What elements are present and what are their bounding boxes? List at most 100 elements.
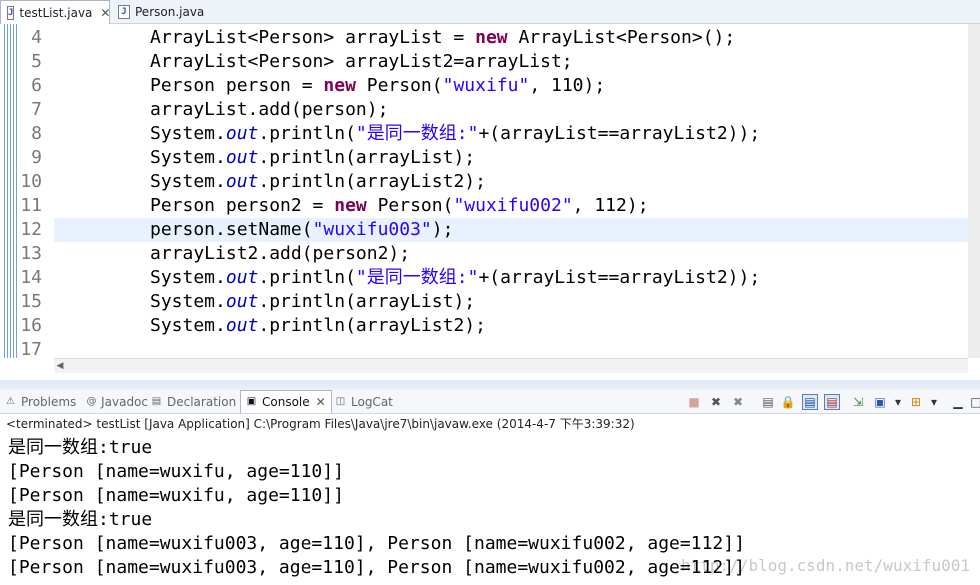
console-line: [Person [name=wuxifu003, age=110], Perso…: [8, 557, 745, 578]
line-number: 8: [31, 123, 42, 144]
scroll-lock-icon[interactable]: 🔒: [780, 394, 796, 410]
open-console-dropdown-icon[interactable]: ▾: [926, 394, 942, 410]
code-line[interactable]: 17: [0, 338, 968, 362]
code-token: .println(: [258, 123, 356, 144]
keyword: new: [323, 75, 356, 96]
code-line[interactable]: 4 ArrayList<Person> arrayList = new Array…: [0, 26, 968, 50]
tab-javadoc[interactable]: @ Javadoc: [86, 390, 148, 413]
console-status: <terminated> testList [Java Application]…: [6, 417, 635, 431]
logcat-icon: ◫: [335, 395, 346, 407]
line-number: 7: [31, 99, 42, 120]
pin-console-icon[interactable]: ⇲: [850, 394, 866, 410]
code-token: +(arrayList==arrayList2));: [478, 267, 761, 288]
code-text: System.out.println(arrayList);: [150, 146, 475, 170]
code-text: arrayList2.add(person2);: [150, 242, 410, 266]
code-token: Person person2 =: [150, 195, 335, 216]
clear-console-icon[interactable]: ▤: [760, 394, 776, 410]
tab-problems[interactable]: ⚠ Problems: [4, 390, 84, 413]
code-editor[interactable]: ◀ 4 ArrayList<Person> arrayList = new Arr…: [0, 24, 980, 380]
tab-label: LogCat: [351, 394, 393, 409]
panel-splitter[interactable]: [0, 380, 980, 390]
close-tab-icon[interactable]: ✕: [316, 395, 326, 409]
static-field: out: [225, 171, 259, 192]
code-token: , 110);: [529, 75, 606, 96]
console-line: [Person [name=wuxifu003, age=110], Perso…: [8, 533, 745, 554]
static-field: out: [225, 147, 259, 168]
code-token: ArrayList<Person> arrayList =: [150, 27, 476, 48]
line-number: 5: [31, 51, 42, 72]
code-text: System.out.println(arrayList2);: [150, 170, 486, 194]
code-token: System.: [150, 315, 226, 336]
code-text: ArrayList<Person> arrayList = new ArrayL…: [150, 26, 735, 50]
code-line[interactable]: 8 System.out.println("是同一数组:"+(arrayList=…: [0, 122, 968, 146]
code-text: System.out.println("是同一数组:"+(arrayList==…: [150, 122, 760, 146]
show-stdout-icon[interactable]: ▤: [802, 394, 818, 410]
code-token: ArrayList<Person> arrayList2=arrayList;: [150, 51, 573, 72]
problems-icon: ⚠: [6, 395, 15, 407]
close-tab-icon[interactable]: ✕: [100, 6, 110, 20]
console-line: [Person [name=wuxifu, age=110]]: [8, 485, 344, 506]
tab-label: Person.java: [135, 5, 205, 19]
line-number: 4: [31, 27, 42, 48]
string-literal: "wuxifu": [442, 75, 530, 96]
code-token: System.: [150, 171, 226, 192]
line-number: 10: [20, 171, 42, 192]
string-literal: "wuxifu003": [312, 219, 432, 240]
line-number: 17: [20, 339, 42, 360]
code-text: System.out.println("是同一数组:"+(arrayList==…: [150, 266, 760, 290]
code-token: System.: [150, 123, 226, 144]
javadoc-icon: @: [86, 395, 97, 407]
line-number: 9: [31, 147, 42, 168]
code-line[interactable]: 13 arrayList2.add(person2);: [0, 242, 968, 266]
declaration-icon: ▤: [151, 395, 162, 407]
code-token: System.: [150, 267, 226, 288]
code-text: System.out.println(arrayList);: [150, 290, 475, 314]
code-line[interactable]: 9 System.out.println(arrayList);: [0, 146, 968, 170]
vertical-scrollbar[interactable]: [968, 24, 980, 358]
editor-tab-bar: J testList.java ✕ J Person.java: [0, 0, 980, 24]
java-file-icon: J: [118, 5, 130, 19]
string-literal: "是同一数组:": [355, 267, 479, 288]
code-line[interactable]: 12 person.setName("wuxifu003");: [0, 218, 968, 242]
code-line[interactable]: 5 ArrayList<Person> arrayList2=arrayList;: [0, 50, 968, 74]
code-line[interactable]: 15 System.out.println(arrayList);: [0, 290, 968, 314]
remove-launch-icon[interactable]: ✖: [708, 394, 724, 410]
static-field: out: [225, 291, 259, 312]
code-token: +(arrayList==arrayList2));: [478, 123, 761, 144]
tab-declaration[interactable]: ▤ Declaration: [150, 390, 238, 413]
tab-person-java[interactable]: J Person.java: [112, 0, 222, 24]
code-token: Person(: [366, 195, 454, 216]
tab-label: testList.java: [19, 5, 93, 20]
console-icon: ▣: [246, 396, 257, 407]
code-token: System.: [150, 147, 226, 168]
code-text: Person person2 = new Person("wuxifu002",…: [150, 194, 649, 218]
maximize-icon[interactable]: □: [968, 394, 980, 410]
static-field: out: [225, 267, 259, 288]
code-line[interactable]: 14 System.out.println("是同一数组:"+(arrayList…: [0, 266, 968, 290]
open-console-icon[interactable]: ⊞: [908, 394, 924, 410]
code-line[interactable]: 11 Person person2 = new Person("wuxifu002…: [0, 194, 968, 218]
code-text: ArrayList<Person> arrayList2=arrayList;: [150, 50, 573, 74]
tab-label: Problems: [21, 394, 77, 409]
line-number: 16: [20, 315, 42, 336]
code-line[interactable]: 10 System.out.println(arrayList2);: [0, 170, 968, 194]
code-line[interactable]: 7 arrayList.add(person);: [0, 98, 968, 122]
tab-label: Javadoc: [101, 394, 148, 409]
minimize-icon[interactable]: ▁: [950, 394, 966, 410]
show-stderr-icon[interactable]: ▤: [824, 394, 840, 410]
display-console-icon[interactable]: ▣: [872, 394, 888, 410]
remove-all-terminated-icon[interactable]: ✖: [730, 394, 746, 410]
tab-logcat[interactable]: ◫ LogCat: [334, 390, 404, 413]
tab-console[interactable]: ▣ Console ✕: [240, 390, 332, 413]
code-line[interactable]: 6 Person person = new Person("wuxifu", 11…: [0, 74, 968, 98]
code-line[interactable]: 16 System.out.println(arrayList2);: [0, 314, 968, 338]
console-output[interactable]: http://blog.csdn.net/wuxifu001 是同一数组:tru…: [0, 434, 980, 585]
tab-testlist-java[interactable]: J testList.java ✕: [0, 0, 110, 24]
display-console-dropdown-icon[interactable]: ▾: [890, 394, 906, 410]
terminate-icon[interactable]: ■: [686, 394, 702, 410]
code-token: .println(arrayList2);: [258, 315, 486, 336]
line-number: 14: [20, 267, 42, 288]
static-field: out: [225, 123, 259, 144]
static-field: out: [225, 315, 259, 336]
tab-label: Console: [262, 395, 310, 409]
